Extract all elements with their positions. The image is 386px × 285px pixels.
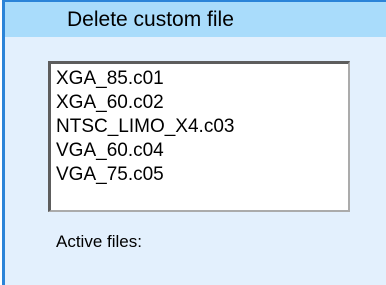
list-item-file[interactable]: NTSC_LIMO_X4.c03 — [56, 115, 348, 139]
list-item-file[interactable]: VGA_60.c04 — [56, 139, 348, 163]
list-item-file[interactable]: XGA_85.c01 — [56, 67, 348, 91]
list-item-file[interactable]: VGA_75.c05 — [56, 163, 348, 187]
dialog-title: Delete custom file — [5, 2, 386, 37]
custom-file-listbox[interactable]: XGA_85.c01 XGA_60.c02 NTSC_LIMO_X4.c03 V… — [48, 61, 350, 212]
active-files-label: Active files: — [56, 232, 142, 251]
list-item-file[interactable]: XGA_60.c02 — [56, 91, 348, 115]
delete-custom-file-dialog: Delete custom file XGA_85.c01 XGA_60.c02… — [2, 0, 386, 285]
